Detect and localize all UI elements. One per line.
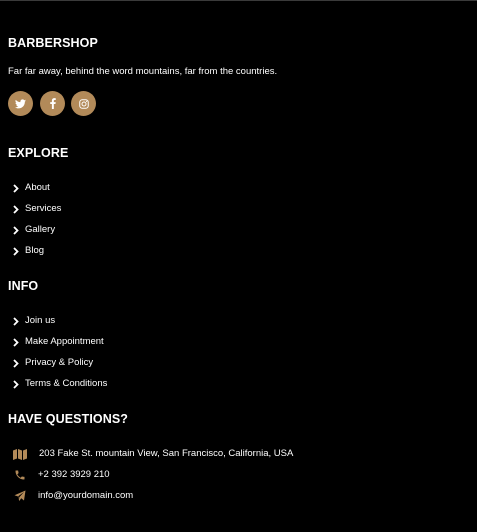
info-heading: INFO [8, 279, 39, 293]
instagram-icon [78, 98, 89, 109]
twitter-icon [15, 98, 26, 108]
explore-link-services[interactable]: Services [12, 202, 61, 216]
info-link-make-appointment[interactable]: Make Appointment [12, 335, 104, 349]
info-link-join-us[interactable]: Join us [12, 314, 55, 328]
explore-link-about[interactable]: About [12, 181, 50, 195]
instagram-button[interactable] [71, 91, 96, 116]
explore-link-gallery[interactable]: Gallery [12, 223, 55, 237]
address-text: 203 Fake St. mountain View, San Francisc… [39, 448, 294, 459]
link-label: Make Appointment [25, 336, 104, 347]
questions-heading: HAVE QUESTIONS? [8, 412, 129, 426]
contact-address: 203 Fake St. mountain View, San Francisc… [13, 446, 293, 462]
explore-heading: EXPLORE [8, 146, 69, 160]
chevron-right-icon [12, 225, 20, 235]
contact-phone[interactable]: +2 392 3929 210 [13, 467, 110, 483]
chevron-right-icon [12, 204, 20, 214]
chevron-right-icon [12, 358, 20, 368]
paper-plane-icon [13, 489, 27, 503]
link-label: Privacy & Policy [25, 357, 94, 368]
brand-description: Far far away, behind the word mountains,… [8, 66, 278, 77]
top-divider [0, 0, 477, 1]
chevron-right-icon [12, 183, 20, 193]
link-label: Join us [25, 315, 56, 326]
link-label: Gallery [25, 224, 56, 235]
chevron-right-icon [12, 316, 20, 326]
info-link-terms-conditions[interactable]: Terms & Conditions [12, 377, 107, 391]
chevron-right-icon [12, 246, 20, 256]
link-label: Terms & Conditions [25, 378, 108, 389]
phone-text: +2 392 3929 210 [38, 469, 110, 480]
brand-heading: BARBERSHOP [8, 36, 98, 50]
phone-icon [13, 468, 27, 482]
twitter-button[interactable] [8, 91, 33, 116]
link-label: Services [25, 203, 62, 214]
facebook-button[interactable] [40, 91, 65, 116]
chevron-right-icon [12, 337, 20, 347]
chevron-right-icon [12, 379, 20, 389]
explore-link-blog[interactable]: Blog [12, 244, 44, 258]
link-label: About [25, 182, 50, 193]
link-label: Blog [25, 245, 45, 256]
contact-email[interactable]: info@yourdomain.com [13, 488, 133, 504]
facebook-icon [49, 98, 56, 109]
info-link-privacy-policy[interactable]: Privacy & Policy [12, 356, 93, 370]
email-text: info@yourdomain.com [38, 490, 134, 501]
map-icon [13, 447, 27, 461]
